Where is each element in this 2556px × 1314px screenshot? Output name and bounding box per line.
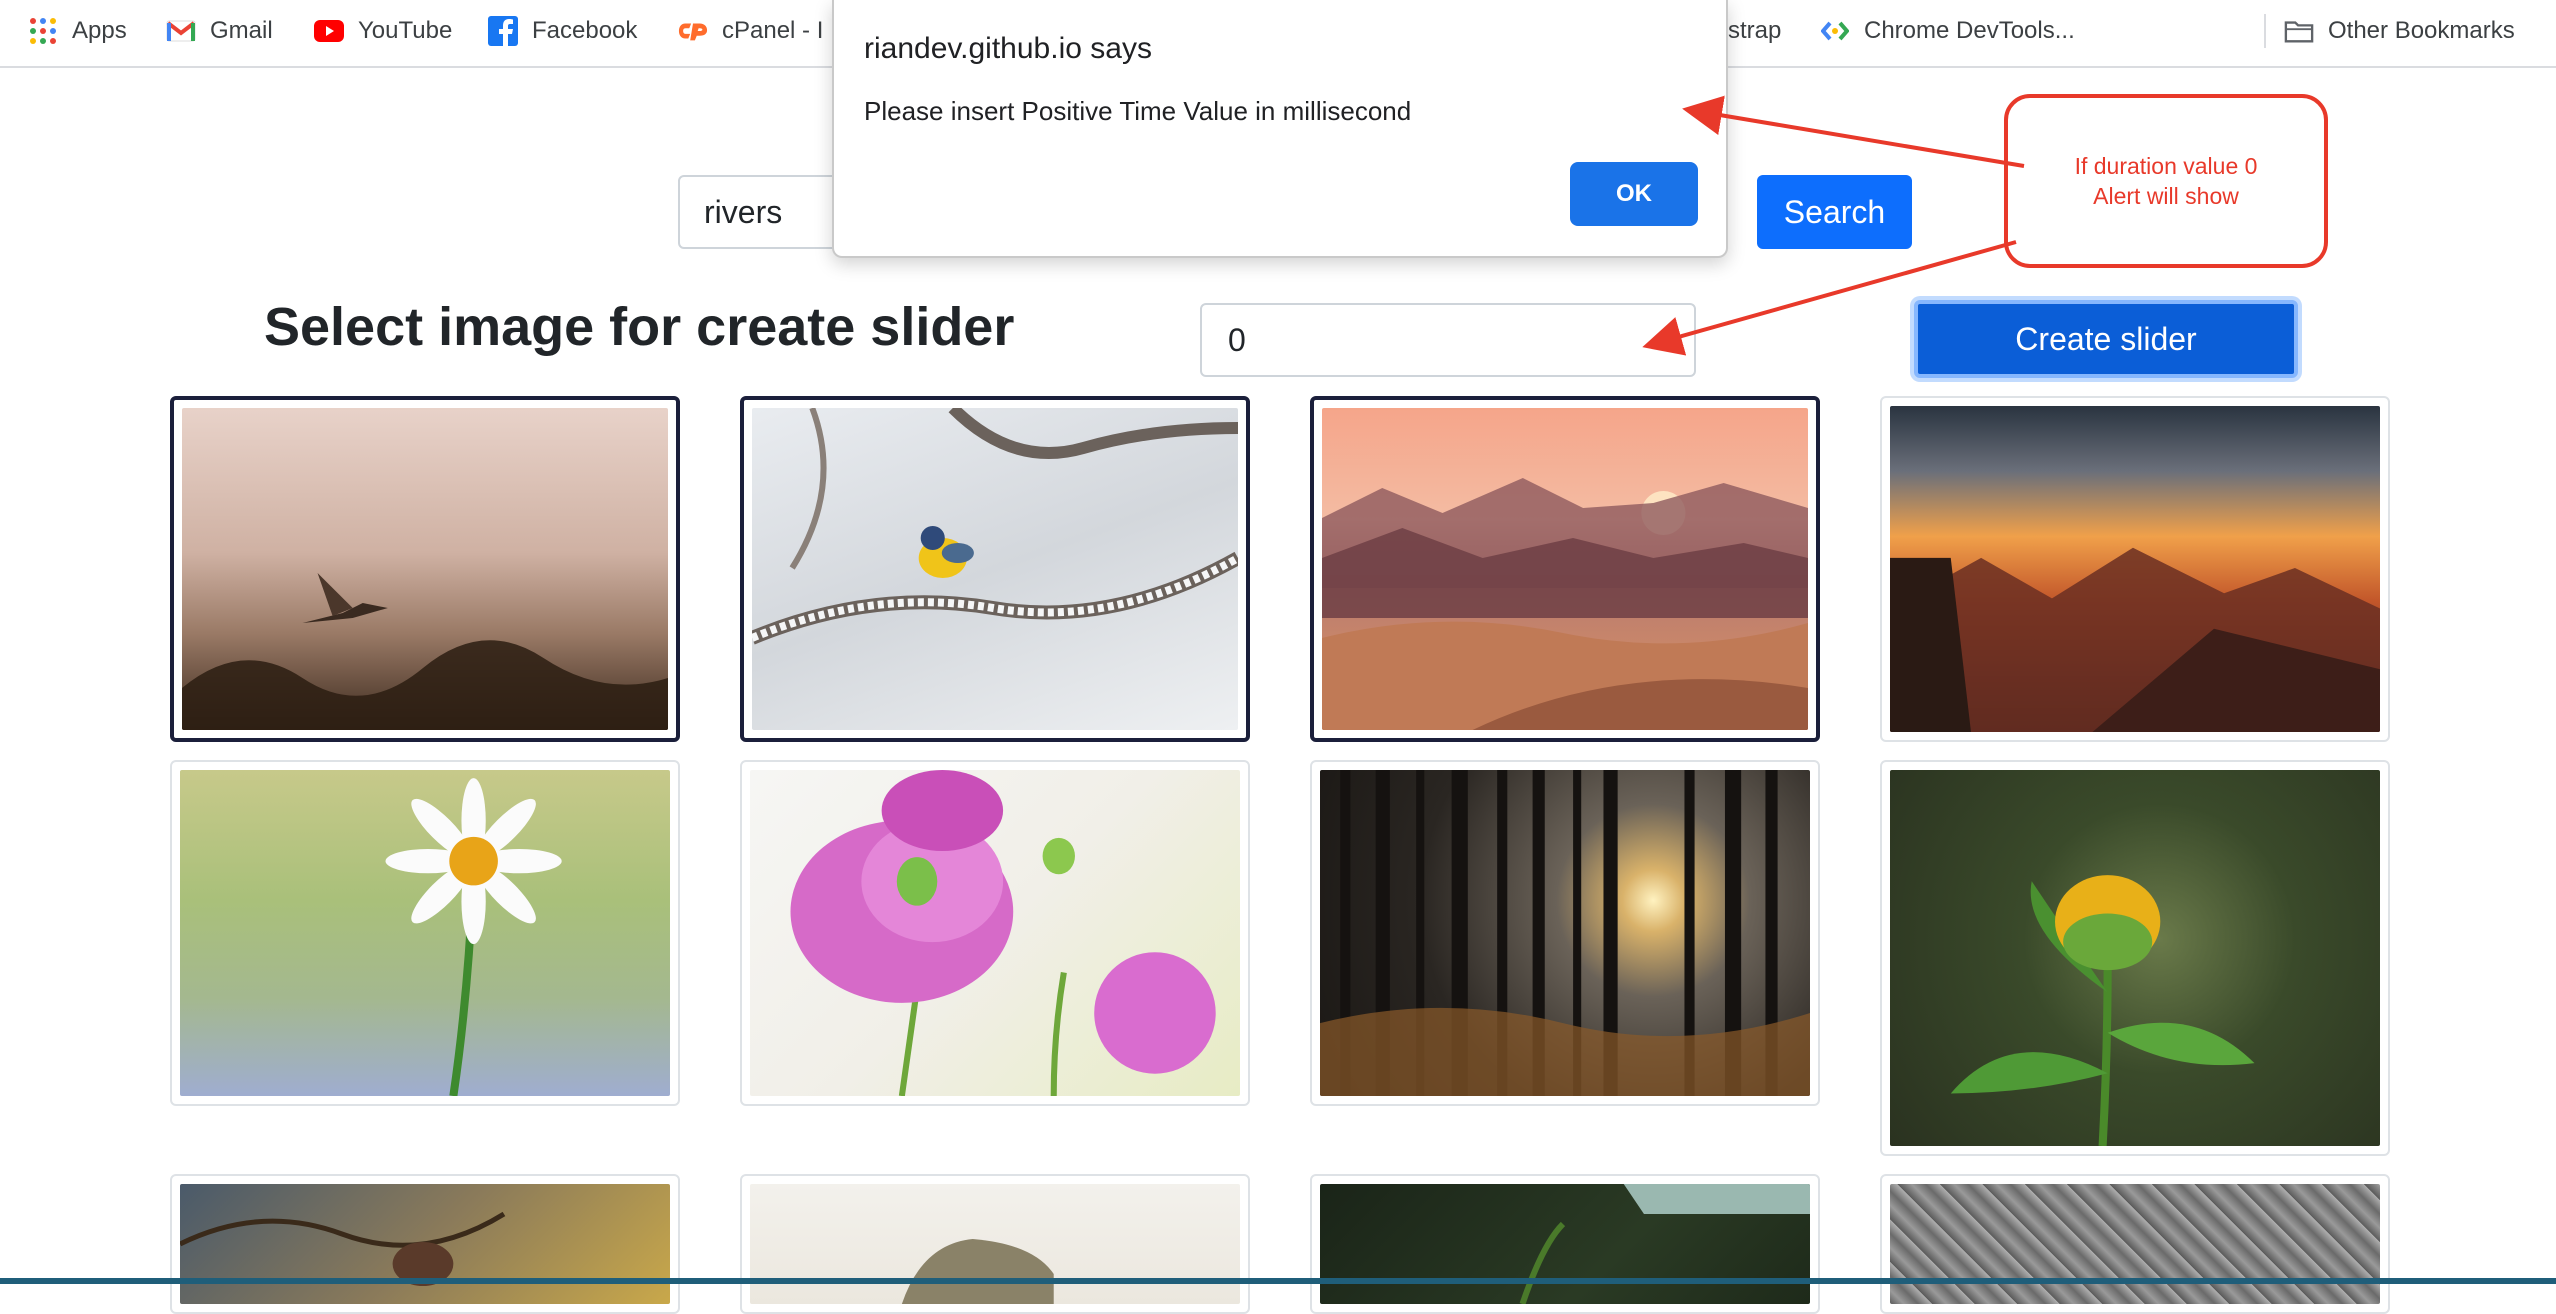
bottom-edge xyxy=(0,1278,2556,1284)
annotation-arrows xyxy=(1642,95,2025,356)
